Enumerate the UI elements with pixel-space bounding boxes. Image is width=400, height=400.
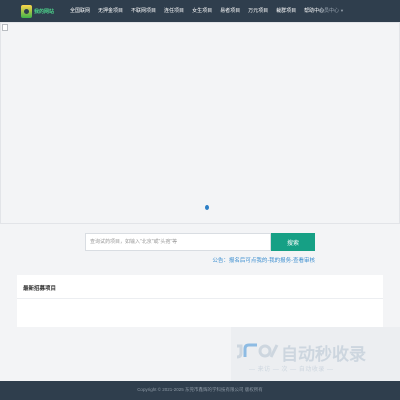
top-navbar: 我的网站 全国联网 无押金项目 不联网项目 连任项目 女生项目 易者项目 万元项… [0, 0, 400, 22]
notice-link[interactable]: 公告：报名后可点我的-我的报务-查看审核 [212, 256, 315, 264]
search-bar: 搜索 [85, 233, 315, 251]
broken-image-icon [2, 24, 8, 31]
watermark-icon [236, 343, 279, 359]
nav-item-female[interactable]: 女生项目 [188, 0, 216, 22]
site-logo[interactable]: 我的网站 [21, 4, 54, 18]
nav-item-nationwide[interactable]: 全国联网 [66, 0, 94, 22]
carousel-indicator[interactable] [205, 205, 209, 210]
nav-item-continuous[interactable]: 连任项目 [160, 0, 188, 22]
search-input[interactable] [85, 233, 271, 251]
caret-down-icon: ▼ [340, 8, 344, 13]
nav-item-patient[interactable]: 易者项目 [216, 0, 244, 22]
watermark-subtitle: — 来访 — 次 — 自动收录 — [249, 367, 334, 373]
banner-carousel [0, 22, 400, 224]
latest-projects-panel: 最新招募项目 [17, 275, 383, 327]
nav-item-10k[interactable]: 万元项目 [244, 0, 272, 22]
footer: Copyright © 2021-2025 东莞市鑫辉的学科技有限公司 版权所有 [0, 381, 400, 400]
logo-text: 我的网站 [34, 8, 55, 15]
nav-menu: 全国联网 无押金项目 不联网项目 连任项目 女生项目 易者项目 万元项目 裁群项… [66, 0, 328, 22]
section-title: 最新招募项目 [23, 286, 57, 292]
watermark-title: 自动秒收录 [281, 345, 366, 364]
search-button[interactable]: 搜索 [271, 233, 315, 251]
user-center-menu[interactable]: 会员中心▼ [319, 0, 344, 22]
nav-item-group[interactable]: 裁群项目 [272, 0, 300, 22]
nav-item-no-deposit[interactable]: 无押金项目 [94, 0, 127, 22]
divider [17, 298, 383, 299]
user-center-label: 会员中心 [319, 8, 340, 14]
watermark-logo: 自动秒收录 — 来访 — 次 — 自动收录 — [231, 327, 400, 381]
copyright-text: Copyright © 2021-2025 东莞市鑫辉的学科技有限公司 版权所有 [137, 387, 263, 392]
nav-item-offline[interactable]: 不联网项目 [127, 0, 160, 22]
logo-icon [21, 4, 32, 18]
